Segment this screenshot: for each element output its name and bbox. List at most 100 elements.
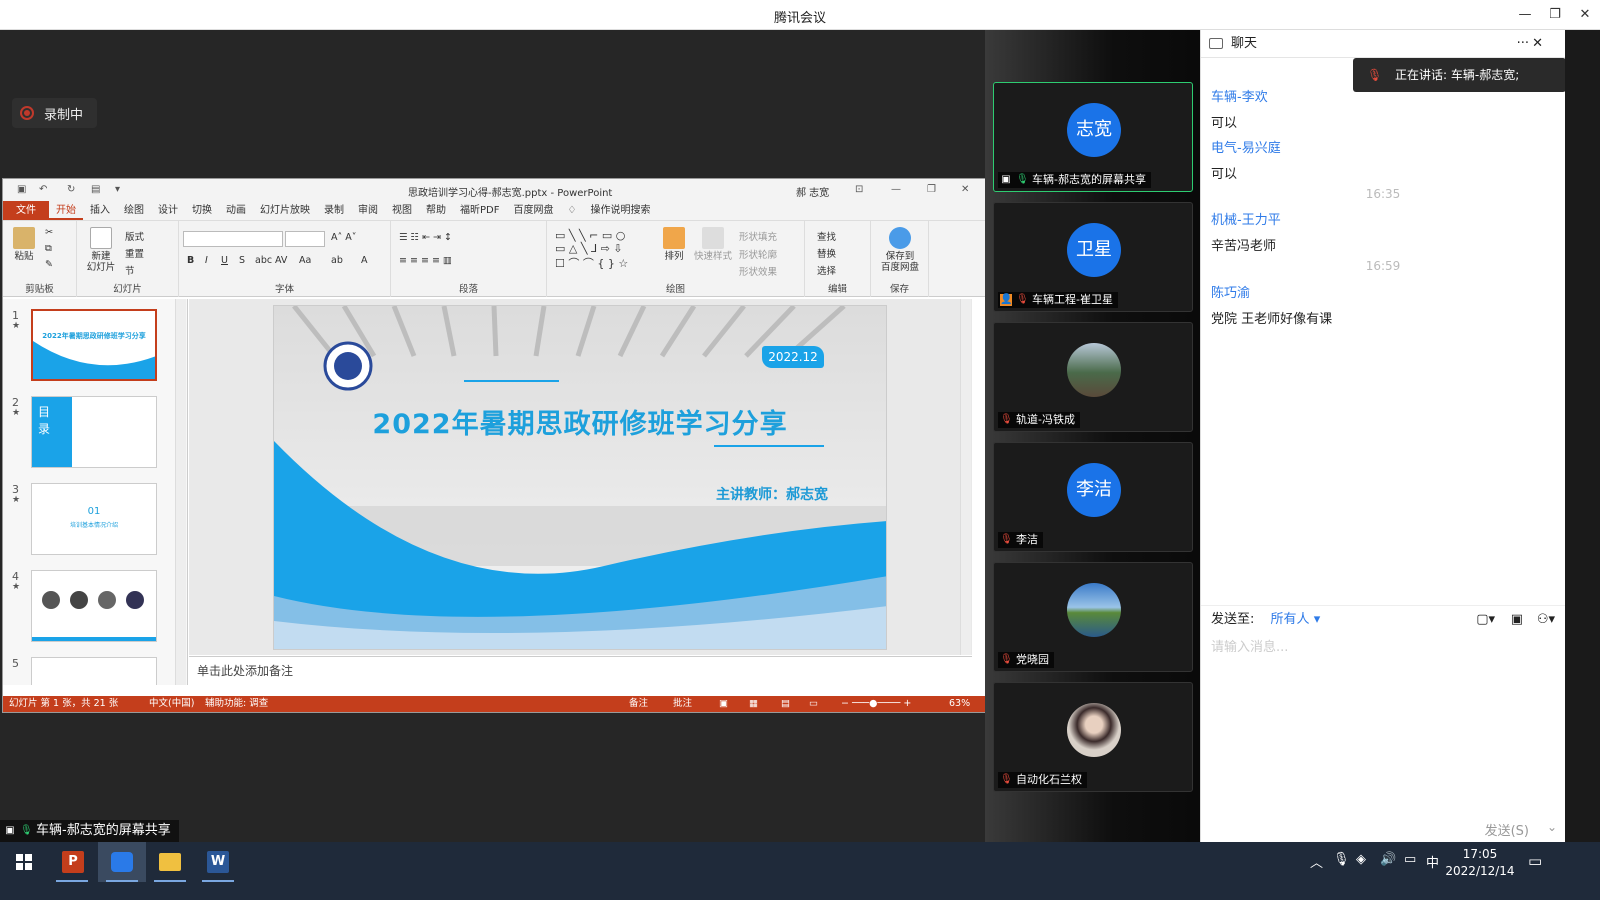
- arrange-button[interactable]: 排列: [659, 227, 689, 262]
- select-button[interactable]: 选择: [817, 263, 836, 277]
- send-to-select[interactable]: 所有人: [1271, 612, 1310, 627]
- participant-tile[interactable]: 李洁 🎙 李洁: [993, 442, 1193, 552]
- user-settings-icon[interactable]: ⚇▾: [1537, 606, 1555, 634]
- char-spacing-button[interactable]: AV: [275, 255, 287, 266]
- tab-foxit-pdf[interactable]: 福昕PDF: [453, 201, 506, 220]
- align-icon[interactable]: ≡ ≡ ≡ ≡ ▥: [399, 255, 452, 266]
- restore-icon[interactable]: ❐: [1540, 0, 1570, 30]
- more-icon[interactable]: ···: [1517, 30, 1529, 58]
- find-button[interactable]: 查找: [817, 229, 836, 243]
- present-icon[interactable]: ▤: [91, 184, 102, 195]
- shapes-gallery[interactable]: ▭ ╲ ╲ ⌐ ▭ ○ ▭ △ ╲ ⅃ ⇨ ⇩ ☐ ⌒ ⌒ { } ☆: [555, 229, 628, 271]
- bold-button[interactable]: B: [187, 255, 194, 266]
- participant-tile[interactable]: 卫星 👤 🎙 车辆工程-崔卫星: [993, 202, 1193, 312]
- slide-thumbnail-2[interactable]: 目录: [31, 396, 157, 468]
- message-sender[interactable]: 电气-易兴庭: [1211, 137, 1281, 156]
- close-icon[interactable]: ✕: [1570, 0, 1600, 30]
- paste-button[interactable]: 粘贴: [11, 227, 37, 262]
- copy-icon[interactable]: ⧉: [45, 243, 52, 254]
- volume-icon[interactable]: 🔊: [1380, 852, 1396, 867]
- minimize-icon[interactable]: —: [1510, 0, 1540, 30]
- user-name[interactable]: 郝 志宽: [796, 184, 829, 199]
- accessibility[interactable]: 辅助功能: 调查: [205, 696, 268, 712]
- font-grow-icon[interactable]: A˄ A˅: [331, 232, 357, 243]
- send-options-icon[interactable]: ⌄: [1547, 820, 1557, 834]
- message-sender[interactable]: 陈巧渝: [1211, 282, 1250, 301]
- microphone-icon[interactable]: 🎙: [1333, 852, 1350, 867]
- reading-view-icon[interactable]: ▤: [781, 696, 790, 712]
- ime-indicator[interactable]: 中: [1426, 852, 1439, 871]
- cut-icon[interactable]: ✂: [45, 227, 53, 238]
- slide-thumbnail-4[interactable]: [31, 570, 157, 642]
- zoom-slider[interactable]: − ───●──── +: [841, 696, 911, 712]
- highlight-button[interactable]: ab: [331, 255, 343, 266]
- current-slide[interactable]: 2022.12 2022年暑期思政研修班学习分享 主讲教师：郝志宽: [273, 305, 887, 650]
- recording-indicator[interactable]: 录制中: [12, 98, 98, 128]
- tab-draw[interactable]: 绘图: [117, 201, 151, 220]
- quick-styles-button[interactable]: 快速样式: [693, 227, 733, 262]
- section-button[interactable]: 节: [125, 263, 135, 277]
- thumbnail-scrollbar[interactable]: [175, 299, 186, 685]
- underline-button[interactable]: U: [221, 255, 228, 266]
- new-slide-button[interactable]: 新建 幻灯片: [83, 227, 119, 273]
- slide-scrollbar[interactable]: [960, 299, 971, 655]
- notes-pane[interactable]: 单击此处添加备注: [189, 656, 972, 681]
- font-size-box[interactable]: [285, 231, 325, 247]
- tab-insert[interactable]: 插入: [83, 201, 117, 220]
- tab-review[interactable]: 审阅: [351, 201, 385, 220]
- ppt-close-icon[interactable]: ✕: [961, 184, 972, 195]
- chevron-down-icon[interactable]: ▾: [1314, 612, 1321, 627]
- participant-tile[interactable]: 志宽 ▣ 🎙 车辆-郝志宽的屏幕共享: [993, 82, 1193, 192]
- undo-icon[interactable]: ↶: [39, 184, 50, 195]
- tab-help[interactable]: 帮助: [419, 201, 453, 220]
- taskbar-tencent-meeting[interactable]: [98, 842, 146, 882]
- taskbar-file-explorer[interactable]: [146, 842, 194, 882]
- save-baidu-button[interactable]: 保存到 百度网盘: [877, 227, 923, 273]
- tab-home[interactable]: 开始: [49, 201, 83, 220]
- language[interactable]: 中文(中国): [149, 696, 194, 712]
- network-icon[interactable]: ▭: [1404, 852, 1416, 867]
- participant-tile[interactable]: 🎙 自动化石兰权: [993, 682, 1193, 792]
- tab-view[interactable]: 视图: [385, 201, 419, 220]
- normal-view-icon[interactable]: ▣: [719, 696, 728, 712]
- slide-thumbnail-5[interactable]: [31, 657, 157, 685]
- taskbar-clock[interactable]: 17:05 2022/12/14: [1440, 846, 1520, 880]
- font-name-box[interactable]: [183, 231, 283, 247]
- format-painter-icon[interactable]: ✎: [45, 259, 53, 270]
- folder-icon[interactable]: ▢▾: [1476, 606, 1495, 634]
- tab-record[interactable]: 录制: [317, 201, 351, 220]
- font-color-button[interactable]: A: [361, 255, 368, 266]
- replace-button[interactable]: 替换: [817, 246, 836, 260]
- shape-effects-button[interactable]: 形状效果: [739, 264, 777, 278]
- tab-file[interactable]: 文件: [3, 201, 49, 220]
- announcement-icon[interactable]: ▣: [1511, 606, 1523, 634]
- redo-icon[interactable]: ↻: [67, 184, 78, 195]
- taskbar-word[interactable]: W: [194, 842, 242, 882]
- comments-toggle[interactable]: 批注: [673, 696, 692, 712]
- tell-me-search[interactable]: 操作说明搜索: [583, 201, 657, 220]
- notes-toggle[interactable]: 备注: [629, 696, 648, 712]
- message-sender[interactable]: 机械-王力平: [1211, 209, 1281, 228]
- change-case-button[interactable]: Aa: [299, 255, 311, 266]
- notification-icon[interactable]: ▭: [1528, 852, 1542, 870]
- chevron-up-icon[interactable]: ︿: [1310, 852, 1323, 871]
- tab-slideshow[interactable]: 幻灯片放映: [253, 201, 317, 220]
- tab-animations[interactable]: 动画: [219, 201, 253, 220]
- start-button[interactable]: [0, 842, 48, 882]
- sorter-view-icon[interactable]: ▦: [749, 696, 758, 712]
- reset-button[interactable]: 重置: [125, 246, 144, 260]
- slideshow-icon[interactable]: ▭: [809, 696, 818, 712]
- tab-baidu-netdisk[interactable]: 百度网盘: [506, 201, 560, 220]
- save-icon[interactable]: ▣: [17, 184, 28, 195]
- shape-outline-button[interactable]: 形状轮廓: [739, 247, 777, 261]
- italic-button[interactable]: I: [205, 255, 208, 266]
- slide-thumbnail-3[interactable]: 01 培训基本情况介绍: [31, 483, 157, 555]
- strike-button[interactable]: abc: [255, 255, 272, 266]
- security-icon[interactable]: ◈: [1356, 852, 1366, 867]
- ppt-restore-icon[interactable]: ❐: [927, 184, 938, 195]
- chat-close-icon[interactable]: ✕: [1532, 30, 1543, 58]
- send-button[interactable]: 发送(S): [1485, 820, 1529, 839]
- participant-tile[interactable]: 🎙 党晓园: [993, 562, 1193, 672]
- ppt-minimize-icon[interactable]: —: [891, 184, 902, 195]
- tab-transitions[interactable]: 切换: [185, 201, 219, 220]
